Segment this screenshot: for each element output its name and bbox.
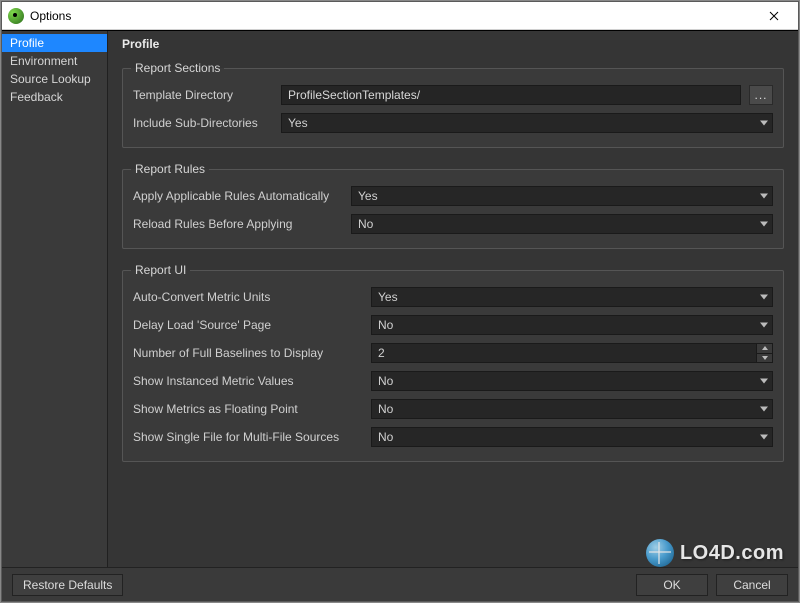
template-directory-input[interactable] [281,85,741,105]
row-reload-rules: Reload Rules Before Applying No [133,214,773,234]
sidebar: Profile Environment Source Lookup Feedba… [2,31,108,567]
show-single-file-select[interactable]: No [371,427,773,447]
restore-defaults-button[interactable]: Restore Defaults [12,574,123,596]
label-include-subdirs: Include Sub-Directories [133,116,273,130]
chevron-up-icon [762,346,768,350]
combo-value: Yes [378,290,398,304]
label-show-float: Show Metrics as Floating Point [133,402,363,416]
row-auto-convert: Auto-Convert Metric Units Yes [133,287,773,307]
sidebar-item-feedback[interactable]: Feedback [2,88,107,106]
footer: Restore Defaults OK Cancel [2,567,798,601]
sidebar-item-source-lookup[interactable]: Source Lookup [2,70,107,88]
reload-rules-select[interactable]: No [351,214,773,234]
row-include-subdirs: Include Sub-Directories Yes [133,113,773,133]
label-delay-load: Delay Load 'Source' Page [133,318,363,332]
sidebar-item-profile[interactable]: Profile [2,34,107,52]
options-window: Options Profile Environment Source Looku… [1,1,799,602]
row-num-baselines: Number of Full Baselines to Display 2 [133,343,773,363]
app-icon [8,8,24,24]
delay-load-select[interactable]: No [371,315,773,335]
section-report-rules: Report Rules Apply Applicable Rules Auto… [122,162,784,249]
cancel-button[interactable]: Cancel [716,574,788,596]
combo-value: Yes [358,189,378,203]
label-template-directory: Template Directory [133,88,273,102]
sidebar-item-environment[interactable]: Environment [2,52,107,70]
combo-value: No [358,217,373,231]
ok-button[interactable]: OK [636,574,708,596]
label-apply-auto: Apply Applicable Rules Automatically [133,189,343,203]
label-show-instanced: Show Instanced Metric Values [133,374,363,388]
combo-value: Yes [288,116,308,130]
label-auto-convert: Auto-Convert Metric Units [133,290,363,304]
chevron-down-icon [760,121,768,126]
apply-auto-select[interactable]: Yes [351,186,773,206]
show-float-select[interactable]: No [371,399,773,419]
spin-down-button[interactable] [756,354,772,363]
body: Profile Environment Source Lookup Feedba… [2,30,798,567]
label-num-baselines: Number of Full Baselines to Display [133,346,363,360]
num-baselines-spinner[interactable]: 2 [371,343,773,363]
row-show-instanced: Show Instanced Metric Values No [133,371,773,391]
row-delay-load: Delay Load 'Source' Page No [133,315,773,335]
include-subdirs-select[interactable]: Yes [281,113,773,133]
spin-up-button[interactable] [756,344,772,354]
chevron-down-icon [760,222,768,227]
section-title: Report Rules [131,162,209,176]
section-report-sections: Report Sections Template Directory ... I… [122,61,784,148]
titlebar: Options [2,2,798,30]
page-title: Profile [122,37,784,51]
section-title: Report Sections [131,61,224,75]
chevron-down-icon [760,379,768,384]
chevron-down-icon [760,295,768,300]
chevron-down-icon [760,194,768,199]
section-report-ui: Report UI Auto-Convert Metric Units Yes … [122,263,784,462]
row-show-float: Show Metrics as Floating Point No [133,399,773,419]
combo-value: No [378,318,393,332]
row-template-directory: Template Directory ... [133,85,773,105]
spinner-value: 2 [378,346,385,360]
chevron-down-icon [760,435,768,440]
main-panel: Profile Report Sections Template Directo… [108,31,798,567]
combo-value: No [378,402,393,416]
section-title: Report UI [131,263,190,277]
show-instanced-select[interactable]: No [371,371,773,391]
row-show-single-file: Show Single File for Multi-File Sources … [133,427,773,447]
chevron-down-icon [760,323,768,328]
browse-button[interactable]: ... [749,85,773,105]
chevron-down-icon [760,407,768,412]
label-reload-rules: Reload Rules Before Applying [133,217,343,231]
chevron-down-icon [762,356,768,360]
window-title: Options [30,9,71,23]
close-icon [769,11,779,21]
combo-value: No [378,430,393,444]
auto-convert-select[interactable]: Yes [371,287,773,307]
combo-value: No [378,374,393,388]
label-show-single-file: Show Single File for Multi-File Sources [133,430,363,444]
row-apply-auto: Apply Applicable Rules Automatically Yes [133,186,773,206]
close-button[interactable] [751,2,796,30]
